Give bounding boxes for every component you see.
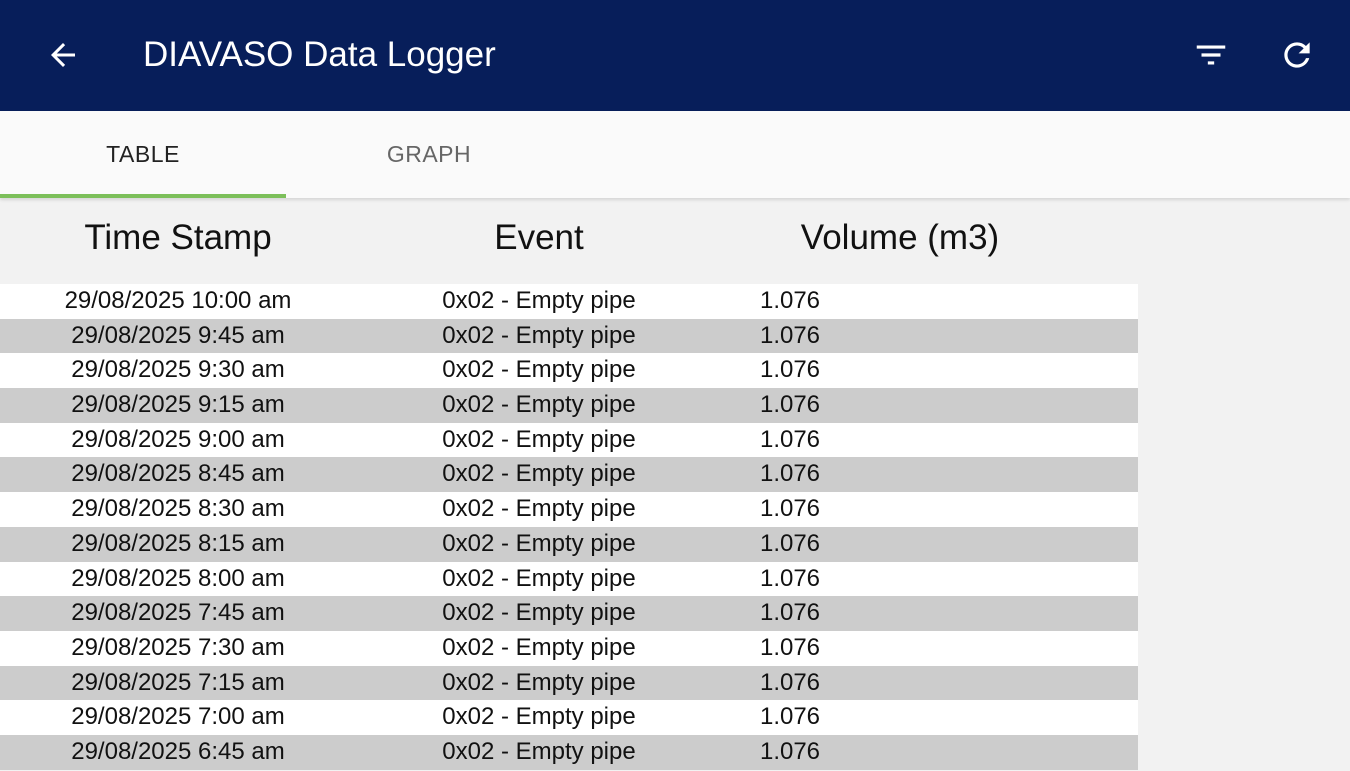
table-row[interactable]: 29/08/2025 7:45 am 0x02 - Empty pipe 1.076: [0, 596, 1138, 631]
arrow-left-icon: [51, 43, 75, 67]
cell-volume: 1.076: [759, 495, 821, 523]
table-row[interactable]: 29/08/2025 9:00 am 0x02 - Empty pipe 1.076: [0, 422, 1138, 458]
cell-volume: 1.076: [759, 703, 821, 731]
app-title: DIAVASO Data Logger: [143, 35, 496, 74]
column-header-volume: Volume (m3): [800, 218, 1000, 257]
cell-volume: 1.076: [759, 287, 821, 314]
cell-time-stamp: 29/08/2025 9:45 am: [71, 321, 285, 349]
cell-event: 0x02 - Empty pipe: [442, 356, 636, 384]
cell-volume: 1.076: [759, 599, 821, 627]
table-header: Time Stamp Event Volume (m3): [0, 218, 1138, 268]
cell-event: 0x02 - Empty pipe: [442, 737, 636, 765]
table-body[interactable]: 29/08/2025 10:00 am 0x02 - Empty pipe 1.07…: [0, 284, 1138, 770]
cell-time-stamp: 29/08/2025 6:45 am: [71, 737, 285, 765]
cell-event: 0x02 - Empty pipe: [442, 599, 636, 627]
cell-event: 0x02 - Empty pipe: [442, 460, 636, 488]
tab-table[interactable]: TABLE: [0, 111, 286, 198]
tab-bar: TABLE GRAPH: [0, 111, 1350, 198]
cell-event: 0x02 - Empty pipe: [442, 633, 636, 661]
cell-time-stamp: 29/08/2025 10:00 am: [64, 287, 292, 314]
cell-event: 0x02 - Empty pipe: [442, 564, 636, 592]
cell-volume: 1.076: [759, 391, 821, 419]
table-row[interactable]: 29/08/2025 8:15 am 0x02 - Empty pipe 1.076: [0, 526, 1138, 562]
cell-event: 0x02 - Empty pipe: [442, 391, 636, 419]
cell-volume: 1.076: [759, 529, 821, 557]
table-row[interactable]: 29/08/2025 7:30 am 0x02 - Empty pipe 1.076: [0, 630, 1138, 666]
app-bar: DIAVASO Data Logger: [0, 0, 1350, 111]
table-row[interactable]: 29/08/2025 7:15 am 0x02 - Empty pipe 1.076: [0, 665, 1138, 701]
cell-event: 0x02 - Empty pipe: [442, 321, 636, 349]
app-screen: DIAVASO Data Logger TABLE GRAPH Time Sta…: [0, 0, 1350, 771]
cell-time-stamp: 29/08/2025 8:15 am: [71, 529, 285, 557]
cell-time-stamp: 29/08/2025 7:00 am: [71, 703, 285, 731]
cell-time-stamp: 29/08/2025 7:45 am: [71, 599, 285, 627]
table-row[interactable]: 29/08/2025 9:45 am 0x02 - Empty pipe 1.076: [0, 318, 1138, 354]
cell-volume: 1.076: [759, 356, 821, 384]
table-row[interactable]: 29/08/2025 8:45 am 0x02 - Empty pipe 1.076: [0, 457, 1138, 493]
table-row[interactable]: 29/08/2025 8:30 am 0x02 - Empty pipe 1.076: [0, 492, 1138, 527]
cell-event: 0x02 - Empty pipe: [442, 425, 636, 453]
cell-time-stamp: 29/08/2025 9:30 am: [71, 356, 285, 384]
cell-volume: 1.076: [759, 321, 821, 349]
back-button[interactable]: [38, 30, 88, 80]
cell-volume: 1.076: [759, 668, 821, 696]
cell-volume: 1.076: [759, 737, 821, 765]
cell-event: 0x02 - Empty pipe: [442, 495, 636, 523]
refresh-button[interactable]: [1272, 30, 1322, 80]
cell-time-stamp: 29/08/2025 8:30 am: [71, 495, 285, 523]
cell-event: 0x02 - Empty pipe: [442, 668, 636, 696]
filter-icon: [1196, 45, 1226, 65]
filter-button[interactable]: [1186, 30, 1236, 80]
table-row[interactable]: 29/08/2025 8:00 am 0x02 - Empty pipe 1.076: [0, 561, 1138, 597]
cell-time-stamp: 29/08/2025 9:15 am: [71, 391, 285, 419]
cell-time-stamp: 29/08/2025 9:00 am: [71, 425, 285, 453]
table-row[interactable]: 29/08/2025 9:30 am 0x02 - Empty pipe 1.076: [0, 353, 1138, 389]
cell-time-stamp: 29/08/2025 8:45 am: [71, 460, 285, 488]
cell-event: 0x02 - Empty pipe: [442, 287, 636, 314]
cell-volume: 1.076: [759, 460, 821, 488]
cell-time-stamp: 29/08/2025 7:30 am: [71, 633, 285, 661]
cell-time-stamp: 29/08/2025 8:00 am: [71, 564, 285, 592]
cell-event: 0x02 - Empty pipe: [442, 703, 636, 731]
refresh-icon: [1284, 42, 1310, 68]
cell-time-stamp: 29/08/2025 7:15 am: [71, 668, 285, 696]
active-tab-indicator: [0, 194, 286, 198]
column-header-event: Event: [494, 218, 584, 257]
table-row[interactable]: 29/08/2025 6:45 am 0x02 - Empty pipe 1.076: [0, 734, 1138, 770]
tab-graph[interactable]: GRAPH: [286, 111, 572, 198]
cell-volume: 1.076: [759, 564, 821, 592]
column-header-time-stamp: Time Stamp: [84, 218, 272, 257]
cell-volume: 1.076: [759, 633, 821, 661]
cell-volume: 1.076: [759, 425, 821, 453]
table-row[interactable]: 29/08/2025 10:00 am 0x02 - Empty pipe 1.07…: [0, 284, 1138, 319]
table-row[interactable]: 29/08/2025 9:15 am 0x02 - Empty pipe 1.076: [0, 388, 1138, 423]
table-row[interactable]: 29/08/2025 7:00 am 0x02 - Empty pipe 1.076: [0, 700, 1138, 735]
cell-event: 0x02 - Empty pipe: [442, 529, 636, 557]
